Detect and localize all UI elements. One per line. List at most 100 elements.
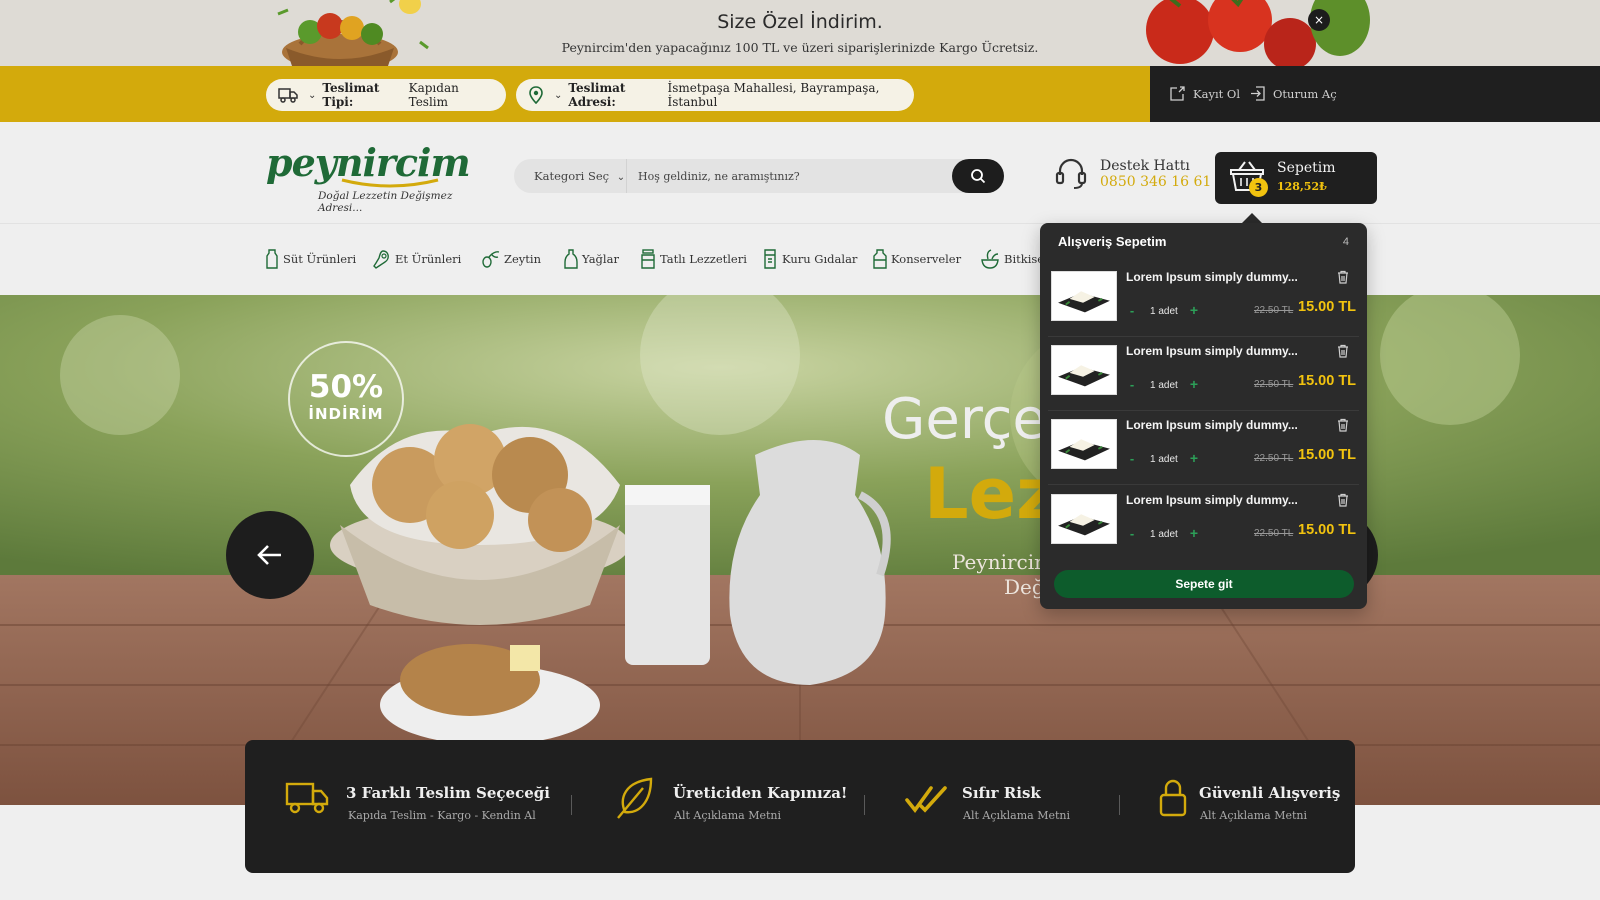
trash-icon[interactable] bbox=[1336, 344, 1350, 358]
delivery-type-label: Teslimat Tipi: bbox=[322, 81, 380, 109]
double-check-icon bbox=[905, 786, 947, 813]
cart-item: Lorem Ipsum simply dummy... - 1 adet + 2… bbox=[1040, 488, 1367, 560]
olive-icon bbox=[482, 251, 500, 268]
cart-dropdown-title: Alışveriş Sepetim bbox=[1058, 234, 1167, 249]
cart-item-old-price: 22.50 TL bbox=[1254, 528, 1294, 539]
lock-icon bbox=[1159, 779, 1187, 817]
cart-label: Sepetim bbox=[1277, 160, 1336, 176]
jar-icon bbox=[873, 249, 887, 269]
feature-desc: Kapıda Teslim - Kargo - Kendin Al bbox=[348, 809, 536, 822]
cart-item-old-price: 22.50 TL bbox=[1254, 379, 1294, 390]
login-link[interactable]: Oturum Aç bbox=[1250, 86, 1337, 101]
quantity-decrease-button[interactable]: - bbox=[1126, 377, 1138, 392]
discount-label: İNDİRİM bbox=[308, 405, 384, 423]
quantity-increase-button[interactable]: + bbox=[1188, 525, 1200, 541]
quantity-decrease-button[interactable]: - bbox=[1126, 303, 1138, 318]
cart-item-old-price: 22.50 TL bbox=[1254, 453, 1294, 464]
quantity-decrease-button[interactable]: - bbox=[1126, 451, 1138, 466]
cart-item-price: 15.00 TL bbox=[1298, 299, 1357, 315]
sack-icon bbox=[764, 249, 776, 269]
product-thumbnail bbox=[1051, 345, 1117, 395]
cart-item-name: Lorem Ipsum simply dummy... bbox=[1126, 270, 1298, 284]
promo-close-button[interactable]: × bbox=[1308, 9, 1330, 31]
cart-item-price: 15.00 TL bbox=[1298, 373, 1357, 389]
trash-icon[interactable] bbox=[1336, 493, 1350, 507]
quantity-increase-button[interactable]: + bbox=[1188, 376, 1200, 392]
honey-jar-icon bbox=[641, 249, 655, 269]
cart-item-divider bbox=[1048, 336, 1359, 337]
trash-icon[interactable] bbox=[1336, 418, 1350, 432]
cart-total: 128,52₺ bbox=[1277, 180, 1327, 193]
cart-item-price: 15.00 TL bbox=[1298, 522, 1357, 538]
category-label: Süt Ürünleri bbox=[283, 252, 357, 266]
cart-item-name: Lorem Ipsum simply dummy... bbox=[1126, 493, 1298, 507]
category-label: Et Ürünleri bbox=[395, 252, 462, 266]
category-item-et-urunleri[interactable]: Et Ürünleri bbox=[373, 249, 461, 269]
register-link[interactable]: Kayıt Ol bbox=[1170, 86, 1240, 101]
delivery-address-value: İsmetpaşa Mahallesi, Bayrampaşa, İstanbu… bbox=[667, 81, 880, 109]
feature-title: 3 Farklı Teslim Seçeceği bbox=[346, 784, 550, 802]
category-item-konserveler[interactable]: Konserveler bbox=[873, 249, 961, 269]
leaf-icon bbox=[617, 777, 653, 819]
cart-dropdown: Alışveriş Sepetim 4 Lorem Ipsum simply d… bbox=[1040, 223, 1367, 609]
cart-item-divider bbox=[1048, 484, 1359, 485]
feature-desc: Alt Açıklama Metni bbox=[963, 809, 1071, 822]
category-label: Zeytin bbox=[504, 252, 541, 266]
quantity-decrease-button[interactable]: - bbox=[1126, 526, 1138, 541]
cart-item-name: Lorem Ipsum simply dummy... bbox=[1126, 344, 1298, 358]
register-label: Kayıt Ol bbox=[1193, 86, 1241, 101]
search-input[interactable] bbox=[638, 167, 938, 185]
promo-banner: Size Özel İndirim. Peynircim'den yapacağ… bbox=[0, 0, 1600, 66]
category-item-kuru-gidalar[interactable]: Kuru Gıdalar bbox=[762, 249, 857, 269]
cart-count-badge: 3 bbox=[1249, 178, 1268, 197]
slider-prev-button[interactable] bbox=[226, 511, 314, 599]
cart-dropdown-caret bbox=[1242, 213, 1262, 223]
hero-text-line1: Peynircim bbox=[952, 550, 1054, 574]
delivery-type-selector[interactable]: ⌄ Teslimat Tipi: Kapıdan Teslim bbox=[266, 79, 506, 111]
cart-button[interactable]: 3 Sepetim 128,52₺ bbox=[1215, 152, 1377, 204]
cart-item-price: 15.00 TL bbox=[1298, 447, 1357, 463]
go-to-cart-button[interactable]: Sepete git bbox=[1054, 570, 1354, 598]
category-item-sut-urunleri[interactable]: Süt Ürünleri bbox=[265, 249, 356, 269]
login-icon bbox=[1251, 86, 1265, 101]
delivery-bar: ⌄ Teslimat Tipi: Kapıdan Teslim ⌄ Teslim… bbox=[0, 66, 1150, 122]
hero-heading-line2: Lez bbox=[924, 453, 1057, 535]
quantity-increase-button[interactable]: + bbox=[1188, 450, 1200, 466]
delivery-address-label: Teslimat Adresi: bbox=[568, 81, 626, 109]
trash-icon[interactable] bbox=[1336, 270, 1350, 284]
delivery-address-selector[interactable]: ⌄ Teslimat Adresi: İsmetpaşa Mahallesi, … bbox=[516, 79, 914, 111]
oil-bottle-icon bbox=[564, 249, 578, 269]
herb-bowl-icon bbox=[981, 249, 999, 269]
category-select[interactable]: Kategori Seç ⌄ bbox=[534, 169, 625, 183]
support-text: Destek Hattı 0850 346 16 61 bbox=[1100, 158, 1211, 190]
category-item-tatli-lezzetleri[interactable]: Tatlı Lezzetleri bbox=[640, 249, 747, 269]
site-header: peynircim Doğal Lezzetin Değişmez Adresi… bbox=[0, 122, 1600, 224]
feature-title: Sıfır Risk bbox=[962, 784, 1041, 802]
category-label: Yağlar bbox=[582, 252, 619, 266]
quantity-increase-button[interactable]: + bbox=[1188, 302, 1200, 318]
delivery-type-value: Kapıdan Teslim bbox=[408, 81, 459, 109]
chevron-down-icon: ⌄ bbox=[616, 172, 626, 183]
login-label: Oturum Aç bbox=[1273, 86, 1337, 101]
brand-logo[interactable]: peynircim Doğal Lezzetin Değişmez Adresi… bbox=[266, 140, 471, 214]
category-item-yaglar[interactable]: Yağlar bbox=[564, 249, 619, 269]
discount-percent: 50% bbox=[308, 369, 384, 405]
cart-item-quantity: 1 adet bbox=[1150, 380, 1178, 391]
register-icon bbox=[1170, 86, 1185, 101]
truck-icon bbox=[278, 88, 298, 103]
headset-icon bbox=[1055, 158, 1087, 189]
logo-smile-icon bbox=[341, 178, 439, 188]
category-item-zeytin[interactable]: Zeytin bbox=[480, 249, 541, 269]
category-item-bitkisel[interactable]: Bitkisel bbox=[980, 249, 1048, 269]
feature-divider bbox=[571, 795, 572, 815]
chevron-down-icon: ⌄ bbox=[308, 89, 317, 101]
search-button[interactable] bbox=[952, 159, 1004, 193]
location-pin-icon bbox=[529, 86, 543, 104]
account-bar: Kayıt Ol Oturum Aç bbox=[1150, 66, 1600, 122]
product-thumbnail bbox=[1051, 494, 1117, 544]
cart-item-name: Lorem Ipsum simply dummy... bbox=[1126, 418, 1298, 432]
product-thumbnail bbox=[1051, 419, 1117, 469]
cart-dropdown-count: 4 bbox=[1342, 236, 1349, 248]
search-icon bbox=[971, 169, 986, 184]
discount-badge: 50% İNDİRİM bbox=[288, 341, 404, 457]
